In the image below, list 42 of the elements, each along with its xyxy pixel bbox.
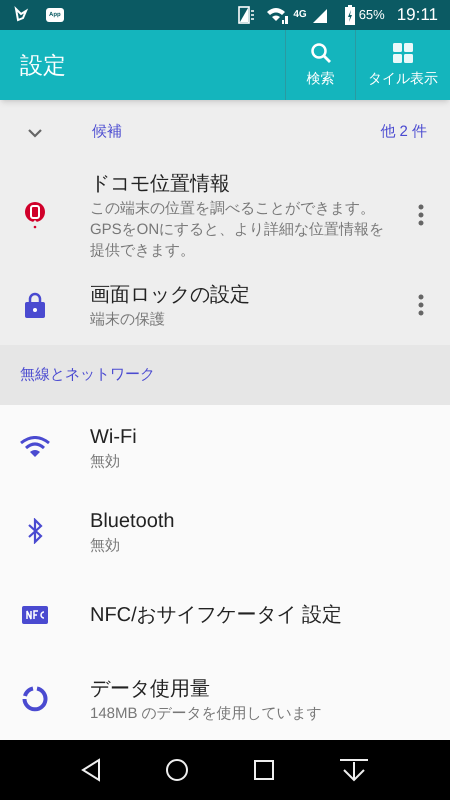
data-usage-icon — [22, 686, 48, 712]
suggestions-header: 候補 — [92, 122, 123, 142]
item-title: Bluetooth — [90, 508, 176, 534]
battery-charging-icon — [344, 5, 355, 25]
more-options-icon[interactable] — [418, 294, 424, 316]
clock: 19:11 — [396, 4, 438, 26]
lock-icon — [25, 292, 45, 318]
item-title: データ使用量 — [90, 676, 211, 702]
item-title: NFC/おサイフケータイ 設定 — [90, 603, 344, 628]
section-header: 無線とネットワーク — [19, 364, 155, 385]
item-summary: 148MB のデータを使用しています — [90, 704, 323, 724]
settings-item[interactable]: Wi-Fi 無効 — [0, 405, 450, 489]
screen-title: 設定 — [19, 50, 67, 80]
notification-icon — [12, 6, 30, 24]
settings-item[interactable]: ドコモ位置情報 この端末の位置を調べることができます。GPSをONにすると、より詳細な位置情報を提供できます。 — [0, 165, 450, 265]
item-summary: 無効 — [90, 536, 121, 556]
item-title: ドコモ位置情報 — [90, 172, 231, 196]
search-icon — [310, 42, 332, 64]
chevron-down-icon[interactable] — [26, 126, 44, 138]
item-summary: この端末の位置を調べることができます。GPSをONにすると、より詳細な位置情報を提供できます。 — [90, 198, 386, 260]
settings-item[interactable]: データ使用量 148MB のデータを使用しています — [0, 657, 450, 740]
battery-level: 65% — [358, 6, 385, 24]
back-icon[interactable] — [80, 758, 102, 782]
nfc-icon — [22, 606, 48, 624]
network-type: 4G — [293, 10, 307, 20]
item-summary: 端末の保護 — [90, 310, 166, 330]
more-suggestions-count[interactable]: 他 2 件 — [380, 121, 427, 144]
settings-item[interactable]: NFC/おサイフケータイ 設定 — [0, 573, 450, 657]
item-title: 画面ロックの設定 — [90, 282, 251, 308]
bluetooth-icon — [27, 518, 43, 544]
home-icon[interactable] — [165, 758, 190, 782]
settings-item[interactable]: Bluetooth 無効 — [0, 489, 450, 573]
location-pin-icon — [24, 201, 46, 229]
wifi-icon — [20, 436, 50, 458]
hide-navigation-icon[interactable] — [338, 758, 370, 782]
item-summary: 無効 — [90, 452, 121, 472]
item-title: Wi-Fi — [90, 424, 138, 450]
settings-item[interactable]: 画面ロックの設定 端末の保護 — [0, 265, 450, 345]
recent-apps-icon[interactable] — [252, 759, 275, 781]
wifi-signal-icon — [265, 5, 290, 25]
more-options-icon[interactable] — [418, 204, 424, 226]
tiles-icon — [392, 42, 414, 64]
